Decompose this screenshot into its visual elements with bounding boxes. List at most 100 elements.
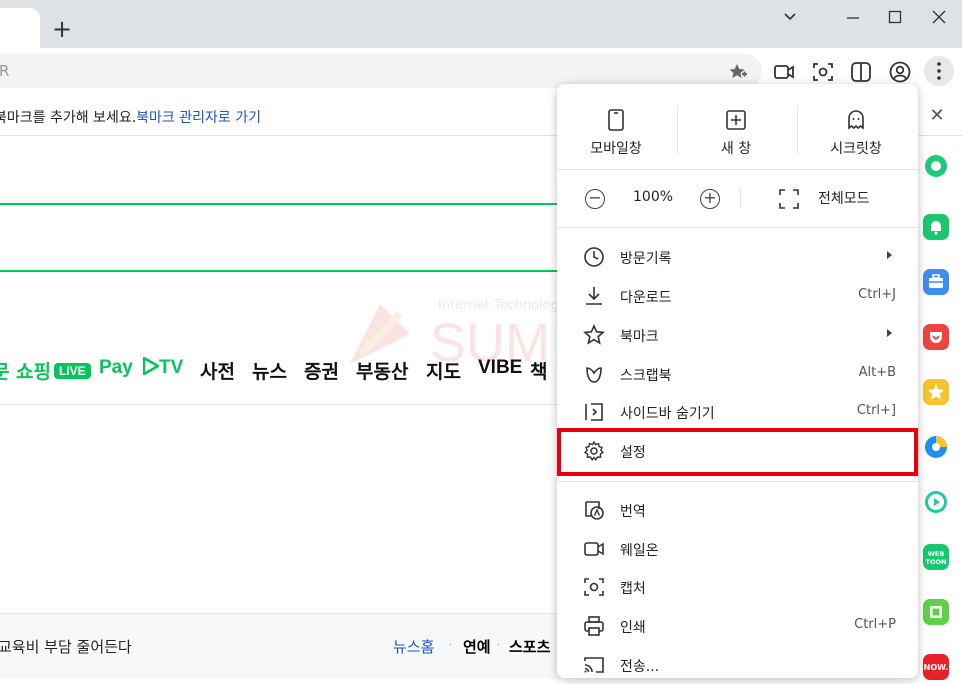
- mobile-window-icon: [604, 108, 628, 132]
- tab-search-dropdown-icon[interactable]: [770, 4, 810, 30]
- sidebar-briefcase-icon[interactable]: [923, 269, 949, 295]
- new-window-button[interactable]: 새 창: [677, 108, 795, 158]
- close-window-button[interactable]: [919, 4, 959, 30]
- sidebar-webtoon-icon[interactable]: WEB TOON: [923, 544, 949, 570]
- bookmark-hint: 북마크를 추가해 보세요.북마크 관리자로 가기: [0, 107, 261, 127]
- video-camera-icon: [583, 538, 605, 560]
- menu-button[interactable]: [924, 56, 954, 86]
- news-tab-entertainment[interactable]: 연예: [463, 636, 491, 657]
- capture-icon: [583, 576, 605, 598]
- search-box-bottom-border: [0, 270, 560, 272]
- menu-item-label: 전송...: [620, 659, 660, 675]
- address-text: R: [0, 62, 10, 80]
- menu-item-cast[interactable]: 전송...: [557, 646, 918, 684]
- nav-item-stock[interactable]: 증권: [304, 357, 339, 384]
- star-icon: [583, 324, 605, 346]
- menu-item-downloads[interactable]: 다운로드 Ctrl+J: [557, 277, 918, 315]
- translate-icon: [583, 499, 605, 521]
- incognito-window-label: 시크릿창: [830, 141, 882, 157]
- nav-item-shopping[interactable]: 쇼핑 LIVE: [16, 357, 91, 384]
- bookmark-star-icon[interactable]: [728, 62, 748, 82]
- video-call-icon[interactable]: [772, 60, 796, 84]
- split-view-icon[interactable]: [849, 60, 873, 84]
- svg-text:TOON: TOON: [926, 558, 947, 566]
- tab-strip: +: [0, 0, 962, 48]
- nav-item-shopping-label: 쇼핑: [16, 362, 51, 383]
- sidebar-play-icon[interactable]: [923, 489, 949, 515]
- mobile-window-button[interactable]: 모바일창: [557, 108, 675, 158]
- menu-item-history[interactable]: 방문기록: [557, 238, 918, 276]
- divider: [0, 404, 560, 405]
- settings-highlight-box: [557, 428, 918, 476]
- browser-menu: 모바일창 새 창 시크릿창 − 100% + 전체모드 방문기록 다운로드 Ct…: [557, 84, 918, 678]
- sidebar-toggle-icon: [583, 401, 605, 423]
- bookmark-hint-text: 북마크를 추가해 보세요.: [0, 110, 137, 126]
- sidebar-green-circle-icon[interactable]: [923, 153, 949, 179]
- profile-icon[interactable]: [888, 60, 912, 84]
- news-bar: 교육비 부담 줄어든다 뉴스홈 · 연예 · 스포츠: [0, 613, 560, 679]
- nav-item-partial[interactable]: 문: [0, 357, 9, 384]
- download-icon: [583, 285, 605, 307]
- news-tab-sports[interactable]: 스포츠: [509, 636, 550, 657]
- bookmark-manager-link[interactable]: 북마크 관리자로 가기: [136, 110, 261, 126]
- nav-item-tv[interactable]: TV: [142, 355, 183, 379]
- divider: [557, 481, 918, 482]
- nav-item-vibe[interactable]: VIBE: [478, 357, 522, 379]
- zoom-out-button[interactable]: −: [585, 189, 605, 209]
- sidebar-now-icon[interactable]: NOW.: [923, 654, 949, 680]
- new-window-label: 새 창: [720, 141, 752, 157]
- submenu-arrow-icon: [887, 329, 892, 337]
- history-icon: [583, 246, 605, 268]
- sidebar-pocket-icon[interactable]: [923, 324, 949, 350]
- sidebar: WEB TOON NOW.: [918, 137, 962, 680]
- new-window-icon: [724, 108, 748, 132]
- nav-item-news[interactable]: 뉴스: [252, 357, 287, 384]
- new-tab-button[interactable]: +: [50, 17, 74, 41]
- nav-item-book[interactable]: 책: [530, 357, 547, 384]
- menu-item-capture[interactable]: 캡처: [557, 568, 918, 606]
- menu-item-label: 웨일온: [620, 543, 659, 559]
- fullscreen-label[interactable]: 전체모드: [818, 188, 870, 208]
- submenu-arrow-icon: [887, 251, 892, 259]
- maximize-button[interactable]: [875, 4, 915, 30]
- address-bar[interactable]: R: [0, 54, 762, 88]
- divider: [740, 188, 741, 208]
- news-tab-home[interactable]: 뉴스홈: [393, 636, 434, 657]
- menu-item-shortcut: Ctrl+P: [854, 617, 896, 632]
- news-headline[interactable]: 교육비 부담 줄어든다: [0, 636, 132, 657]
- sidebar-square-icon[interactable]: [923, 599, 949, 625]
- live-badge: LIVE: [53, 363, 91, 379]
- search-box-top-border: [0, 203, 560, 205]
- nav-item-map[interactable]: 지도: [426, 357, 461, 384]
- sidebar-pie-chart-icon[interactable]: [923, 434, 949, 460]
- active-tab[interactable]: [0, 8, 40, 48]
- sidebar-bell-icon[interactable]: [923, 214, 949, 240]
- scrapbook-icon: [583, 363, 605, 385]
- menu-item-bookmarks[interactable]: 북마크: [557, 316, 918, 354]
- menu-item-label: 인쇄: [620, 620, 646, 636]
- close-icon[interactable]: ✕: [926, 105, 948, 127]
- nav-item-pay[interactable]: Pay: [99, 357, 133, 379]
- sidebar-star-icon[interactable]: [923, 379, 949, 405]
- nav-item-dictionary[interactable]: 사전: [200, 357, 235, 384]
- menu-item-whale-on[interactable]: 웨일온: [557, 530, 918, 568]
- nav-item-realestate[interactable]: 부동산: [356, 357, 408, 384]
- incognito-window-button[interactable]: 시크릿창: [797, 108, 915, 158]
- zoom-level: 100%: [633, 189, 674, 205]
- menu-item-print[interactable]: 인쇄 Ctrl+P: [557, 607, 918, 645]
- fullscreen-icon[interactable]: [778, 188, 800, 210]
- zoom-in-button[interactable]: +: [700, 189, 720, 209]
- cast-icon: [583, 654, 605, 676]
- minimize-button[interactable]: [833, 4, 873, 30]
- menu-item-label: 캡처: [620, 581, 646, 597]
- svg-text:NOW.: NOW.: [924, 663, 949, 672]
- menu-item-translate[interactable]: 번역: [557, 491, 918, 529]
- svg-text:WEB: WEB: [928, 550, 945, 558]
- divider: [557, 227, 918, 228]
- menu-item-hide-sidebar[interactable]: 사이드바 숨기기 Ctrl+]: [557, 393, 918, 431]
- capture-icon[interactable]: [811, 60, 835, 84]
- menu-item-shortcut: Ctrl+]: [856, 403, 896, 418]
- menu-item-shortcut: Ctrl+J: [858, 287, 896, 302]
- menu-item-scrapbook[interactable]: 스크랩북 Alt+B: [557, 355, 918, 393]
- news-tab-separator: ·: [496, 636, 501, 654]
